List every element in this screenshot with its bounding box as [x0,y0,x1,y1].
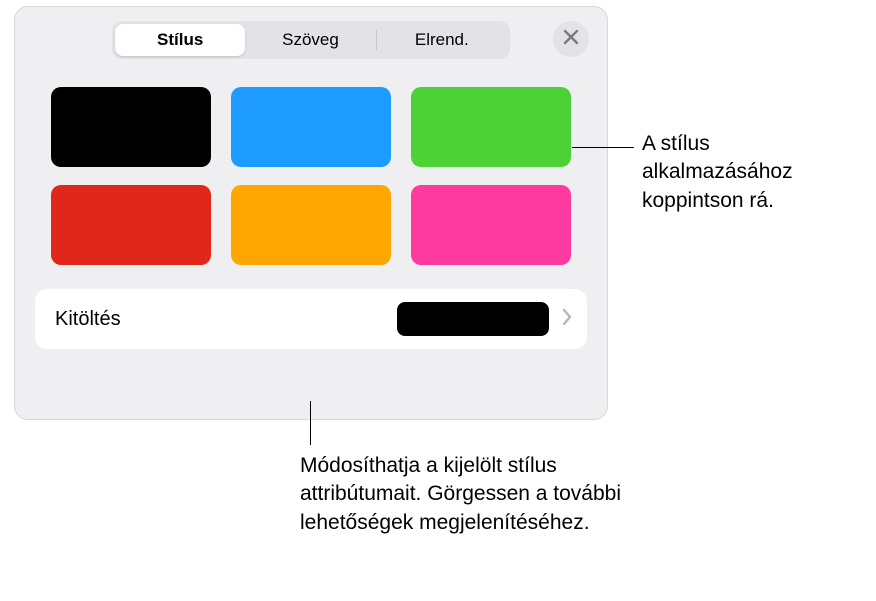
callout-apply-style: A stílus alkalmazásához koppintson rá. [642,130,862,215]
tab-arrange[interactable]: Elrend. [377,24,507,56]
tabbar: Stílus Szöveg Elrend. [15,7,607,69]
style-swatch-grid [15,69,607,287]
tab-style[interactable]: Stílus [115,24,245,56]
callout-leader-line [572,147,634,148]
callout-modify-attrs: Módosíthatja a kijelölt stílus attribútu… [300,452,660,537]
callout-leader-line [310,401,311,445]
tab-style-label: Stílus [157,30,203,50]
fill-label: Kitöltés [55,308,397,331]
style-swatch-red[interactable] [51,185,211,265]
style-swatch-pink[interactable] [411,185,571,265]
fill-color-preview [397,302,549,336]
fill-row[interactable]: Kitöltés [35,289,587,349]
style-swatch-green[interactable] [411,87,571,167]
style-swatch-black[interactable] [51,87,211,167]
style-swatch-orange[interactable] [231,185,391,265]
tab-arrange-label: Elrend. [415,30,469,50]
close-icon [563,29,579,50]
tab-text[interactable]: Szöveg [245,24,375,56]
chevron-right-icon [561,308,573,331]
style-swatch-blue[interactable] [231,87,391,167]
segmented-control: Stílus Szöveg Elrend. [112,21,510,59]
format-panel: Stílus Szöveg Elrend. Kitöltés [14,6,608,420]
close-button[interactable] [553,21,589,57]
tab-text-label: Szöveg [282,30,339,50]
